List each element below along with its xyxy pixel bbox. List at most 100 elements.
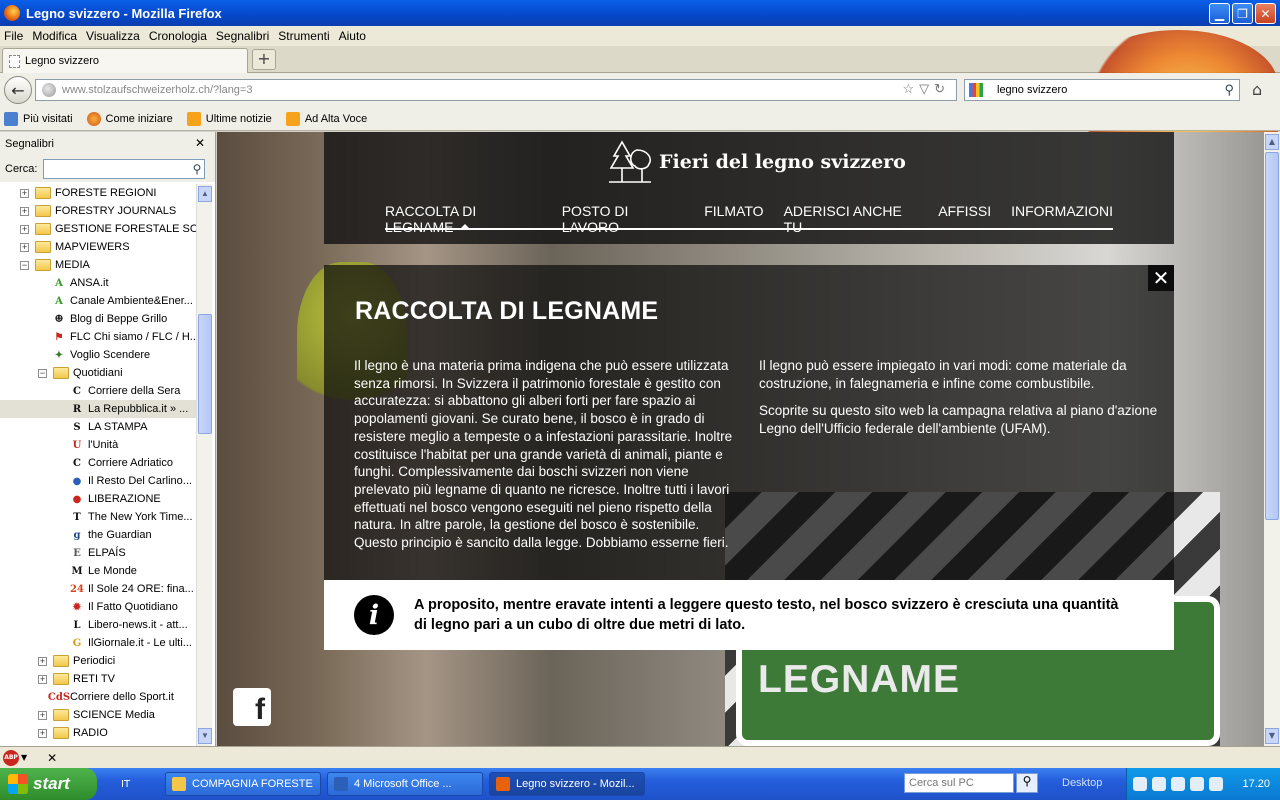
menu-visualizza[interactable]: Visualizza bbox=[86, 29, 140, 43]
expander-icon[interactable]: + bbox=[20, 242, 29, 252]
sidebar-close-icon[interactable]: ✕ bbox=[195, 136, 205, 150]
minimize-button[interactable]: ▁ bbox=[1209, 3, 1230, 24]
bookmark-tree-item[interactable]: ✹ Il Fatto Quotidiano bbox=[0, 598, 196, 616]
sidebar-header: Segnalibri ✕ bbox=[0, 132, 215, 156]
bookmark-tree-item[interactable]: + FORESTE REGIONI bbox=[0, 184, 196, 202]
start-button[interactable]: start bbox=[0, 768, 97, 800]
bookmark-tree-item[interactable]: + Periodici bbox=[0, 652, 196, 670]
bookmark-come-iniziare[interactable]: Come iniziare bbox=[86, 111, 173, 126]
sidebar-scrollbar[interactable]: ▲ ▼ bbox=[196, 184, 212, 746]
network-icon[interactable] bbox=[1152, 777, 1166, 791]
tab-legno-svizzero[interactable]: Legno svizzero bbox=[2, 48, 248, 73]
scroll-thumb[interactable] bbox=[1265, 152, 1279, 520]
scroll-down-icon[interactable]: ▼ bbox=[1265, 728, 1279, 744]
expander-icon[interactable]: + bbox=[38, 656, 47, 666]
bookmark-tree-item[interactable]: G IlGiornale.it - Le ulti... bbox=[0, 634, 196, 652]
expander-icon[interactable]: + bbox=[38, 728, 47, 738]
scroll-up-icon[interactable]: ▲ bbox=[1265, 134, 1279, 150]
back-button[interactable]: ← bbox=[4, 76, 32, 104]
expander-icon[interactable]: + bbox=[38, 674, 47, 684]
search-icon[interactable]: ⚲ bbox=[1224, 82, 1234, 98]
bookmark-tree-item[interactable]: CdS Corriere dello Sport.it bbox=[0, 688, 196, 706]
security-icon[interactable] bbox=[1190, 777, 1204, 791]
bookmark-tree-item[interactable]: + RADIO bbox=[0, 724, 196, 742]
bookmark-tree-item[interactable]: Ul'Unità bbox=[0, 436, 196, 454]
bookmark-ultime-notizie[interactable]: Ultime notizie bbox=[186, 111, 272, 126]
bookmark-tree-item[interactable]: + FORESTRY JOURNALS bbox=[0, 202, 196, 220]
page-scrollbar[interactable]: ▲ ▼ bbox=[1264, 132, 1280, 746]
menu-cronologia[interactable]: Cronologia bbox=[149, 29, 207, 43]
search-icon[interactable]: ⚲ bbox=[1016, 773, 1038, 793]
bookmark-tree-item[interactable]: ● LIBERAZIONE bbox=[0, 490, 196, 508]
nav-filmato[interactable]: FILMATO bbox=[704, 202, 763, 228]
bookmark-piu-visitati[interactable]: Più visitati bbox=[4, 111, 73, 126]
taskbar-search-input[interactable]: Cerca sul PC bbox=[904, 773, 1014, 793]
nav-posto-di-lavoro[interactable]: POSTO DI LAVORO bbox=[562, 202, 684, 235]
menu-segnalibri[interactable]: Segnalibri bbox=[216, 29, 269, 43]
search-bar[interactable]: legno svizzero ⚲ bbox=[964, 79, 1240, 101]
bookmark-ad-alta-voce[interactable]: Ad Alta Voce bbox=[285, 111, 367, 126]
bookmark-tree-item[interactable]: S LA STAMPA bbox=[0, 418, 196, 436]
expander-icon[interactable]: + bbox=[38, 710, 47, 720]
url-bar[interactable]: www.stolzaufschweizerholz.ch /?lang=3 ☆▽… bbox=[35, 79, 957, 101]
nav-aderisci-anche-tu[interactable]: ADERISCI ANCHE TU bbox=[784, 202, 919, 235]
close-button[interactable]: ✕ bbox=[1255, 3, 1276, 24]
tray-arrow-icon[interactable] bbox=[1133, 777, 1147, 791]
bookmark-tree-item[interactable]: + MAPVIEWERS bbox=[0, 238, 196, 256]
nav-informazioni[interactable]: INFORMAZIONI bbox=[1011, 202, 1113, 228]
maximize-button[interactable]: ❐ bbox=[1232, 3, 1253, 24]
volume-icon[interactable] bbox=[1171, 777, 1185, 791]
bookmark-tree-item[interactable]: ⚑ FLC Chi siamo / FLC / H... bbox=[0, 328, 196, 346]
bookmark-tree-item[interactable]: M Le Monde bbox=[0, 562, 196, 580]
home-icon[interactable]: ⌂ bbox=[1252, 80, 1262, 99]
statusbar-close-icon[interactable]: ✕ bbox=[47, 751, 57, 765]
bookmark-tree-item[interactable]: − Quotidiani bbox=[0, 364, 196, 382]
url-bar-actions-icon[interactable]: ☆▽↻ bbox=[902, 81, 950, 97]
site-logo[interactable]: Fieri del legno svizzero bbox=[607, 138, 906, 186]
bookmark-tree-item[interactable]: T The New York Time... bbox=[0, 508, 196, 526]
scroll-up-icon[interactable]: ▲ bbox=[198, 186, 212, 202]
bookmark-tree-item[interactable]: ● Il Resto Del Carlino... bbox=[0, 472, 196, 490]
bookmark-tree-item[interactable]: + RETI TV bbox=[0, 670, 196, 688]
facebook-icon[interactable]: f bbox=[233, 688, 271, 726]
panel-close-button[interactable]: ✕ bbox=[1148, 265, 1174, 291]
adblock-icon[interactable]: ABP bbox=[3, 749, 19, 766]
bookmark-tree-item[interactable]: + SCIENCE Media bbox=[0, 706, 196, 724]
bookmark-tree-item[interactable]: R La Repubblica.it » ... bbox=[0, 400, 196, 418]
favicon-icon: E bbox=[73, 547, 81, 559]
bookmark-tree-item[interactable]: E ELPAÍS bbox=[0, 544, 196, 562]
acrobat-icon[interactable] bbox=[1209, 777, 1223, 791]
nav-affissi[interactable]: AFFISSI bbox=[938, 202, 991, 228]
menu-aiuto[interactable]: Aiuto bbox=[339, 29, 366, 43]
expander-icon[interactable]: − bbox=[20, 260, 29, 270]
expander-icon[interactable]: + bbox=[20, 188, 29, 198]
menu-modifica[interactable]: Modifica bbox=[32, 29, 77, 43]
desktop-toolbar[interactable]: Desktop bbox=[1062, 777, 1102, 789]
bookmark-tree-item[interactable]: A Canale Ambiente&Ener... bbox=[0, 292, 196, 310]
expander-icon[interactable]: + bbox=[20, 224, 29, 234]
bookmark-tree-item[interactable]: g the Guardian bbox=[0, 526, 196, 544]
taskbar-button[interactable]: COMPAGNIA FORESTE bbox=[165, 772, 321, 796]
language-indicator[interactable]: IT bbox=[121, 779, 159, 790]
expander-icon[interactable]: + bbox=[20, 206, 29, 216]
bookmark-tree-item[interactable]: C Corriere Adriatico bbox=[0, 454, 196, 472]
taskbar-button[interactable]: Legno svizzero - Mozil... bbox=[489, 772, 645, 796]
google-icon[interactable] bbox=[969, 83, 983, 97]
scroll-down-icon[interactable]: ▼ bbox=[198, 728, 212, 744]
bookmark-tree-item[interactable]: ✦ Voglio Scendere bbox=[0, 346, 196, 364]
expander-icon[interactable]: − bbox=[38, 368, 47, 378]
bookmark-tree-item[interactable]: A ANSA.it bbox=[0, 274, 196, 292]
taskbar-button[interactable]: 4 Microsoft Office ... bbox=[327, 772, 483, 796]
menu-file[interactable]: File bbox=[4, 29, 23, 43]
chevron-down-icon[interactable]: ▼ bbox=[21, 753, 27, 762]
bookmark-tree-item[interactable]: L Libero-news.it - att... bbox=[0, 616, 196, 634]
bookmark-tree-item[interactable]: C Corriere della Sera bbox=[0, 382, 196, 400]
bookmark-tree-item[interactable]: − MEDIA bbox=[0, 256, 196, 274]
sidebar-search-input[interactable]: ⚲ bbox=[43, 159, 206, 179]
new-tab-button[interactable]: + bbox=[252, 49, 276, 70]
scroll-thumb[interactable] bbox=[198, 314, 212, 434]
bookmark-tree-item[interactable]: + GESTIONE FORESTALE SO... bbox=[0, 220, 196, 238]
bookmark-tree-item[interactable]: ☻ Blog di Beppe Grillo bbox=[0, 310, 196, 328]
menu-strumenti[interactable]: Strumenti bbox=[278, 29, 329, 43]
bookmark-tree-item[interactable]: 24 Il Sole 24 ORE: fina... bbox=[0, 580, 196, 598]
